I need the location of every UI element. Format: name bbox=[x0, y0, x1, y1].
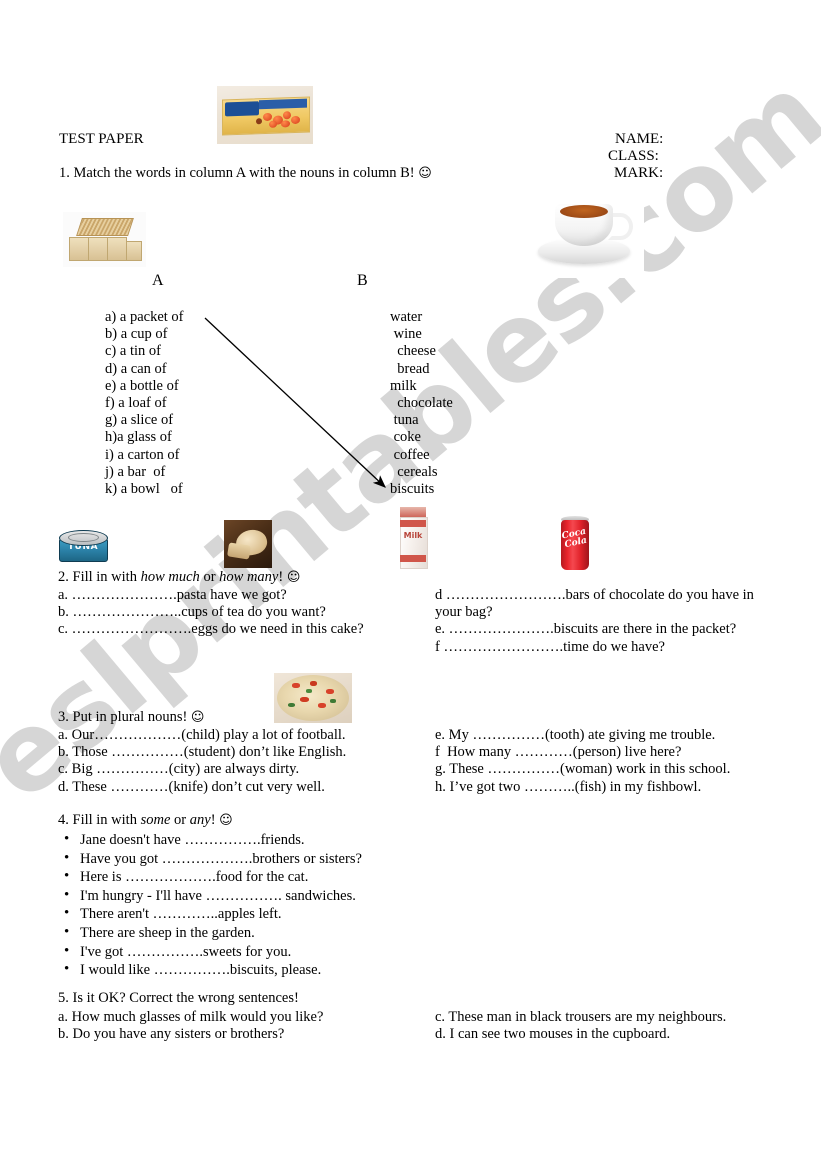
exercise5-item: b. Do you have any sisters or brothers? bbox=[58, 1026, 285, 1043]
exercise4-instruction-prefix: 4. Fill in with bbox=[58, 812, 141, 828]
exercise1-instruction-text: 1. Match the words in column A with the … bbox=[59, 165, 415, 181]
column-b-item: cereals bbox=[390, 463, 438, 480]
exercise4-instruction-mid: or bbox=[170, 812, 190, 828]
exercise2-left-items: a. ………………….pasta have we got? b. ………………….… bbox=[58, 587, 364, 639]
column-a-item: f) a loaf of bbox=[105, 395, 167, 412]
exercise3-instruction: 3. Put in plural nouns! ☺ bbox=[58, 709, 204, 726]
exercise5-instruction: 5. Is it OK? Correct the wrong sentences… bbox=[58, 990, 299, 1006]
exercise2-instruction-prefix: 2. Fill in with bbox=[58, 569, 141, 585]
exercise2-item: your bag? bbox=[435, 604, 493, 621]
exercise2-item: e. ………………….biscuits are there in the pac… bbox=[435, 621, 737, 638]
exercise2-item: d …………………….bars of chocolate do you have… bbox=[435, 587, 754, 603]
column-a-list: a) a packet of b) a cup of c) a tin of d) a… bbox=[105, 309, 184, 498]
column-b-item: coke bbox=[390, 429, 421, 446]
column-b-item: water bbox=[390, 309, 423, 325]
bread-loaf-photo bbox=[224, 520, 272, 568]
exercise2-instruction-mid: or bbox=[199, 569, 220, 585]
exercise4-italic-any: any bbox=[189, 812, 211, 828]
class-label: CLASS: bbox=[608, 148, 659, 164]
exercise4-instruction-suffix: ! bbox=[210, 812, 216, 828]
column-b-item: milk bbox=[390, 377, 417, 394]
exercise3-item: g. These ……………(woman) work in this schoo… bbox=[435, 761, 731, 778]
teacup-of-tea-photo bbox=[524, 186, 644, 278]
column-a-item: d) a can of bbox=[105, 360, 167, 377]
column-b-item: wine bbox=[390, 326, 422, 343]
exercise3-item: a. Our………………(child) play a lot of footba… bbox=[58, 727, 346, 743]
exercise3-right-items: e. My ……………(tooth) ate giving me trouble… bbox=[435, 727, 730, 796]
column-b-header: B bbox=[357, 272, 368, 289]
exercise2-item: f …………………….time do we have? bbox=[435, 638, 665, 655]
smiley-icon: ☺ bbox=[286, 570, 301, 585]
exercise5-item: c. These man in black trousers are my ne… bbox=[435, 1009, 727, 1025]
exercise3-left-items: a. Our………………(child) play a lot of footba… bbox=[58, 727, 346, 796]
crackers-stack-photo bbox=[63, 212, 146, 267]
column-a-item: h)a glass of bbox=[105, 429, 172, 446]
exercise2-right-items: d …………………….bars of chocolate do you have… bbox=[435, 587, 754, 656]
column-a-item: e) a bottle of bbox=[105, 377, 179, 394]
exercise3-item: d. These …………(knife) don’t cut very well… bbox=[58, 778, 325, 795]
column-a-header: A bbox=[152, 272, 164, 289]
column-a-item: c) a tin of bbox=[105, 343, 161, 360]
column-a-item: i) a carton of bbox=[105, 446, 180, 463]
exercise4-item: I'm hungry - I'll have ……………. sandwiches… bbox=[58, 886, 362, 906]
column-b-item: biscuits bbox=[390, 481, 435, 498]
mark-label: MARK: bbox=[614, 165, 664, 181]
page-title: TEST PAPER bbox=[59, 131, 144, 147]
smiley-icon: ☺ bbox=[219, 813, 233, 828]
exercise1-instruction: 1. Match the words in column A with the … bbox=[59, 165, 432, 182]
exercise3-item: f How many …………(person) live here? bbox=[435, 744, 682, 761]
column-a-item: j) a bar of bbox=[105, 463, 166, 480]
smiley-icon: ☺ bbox=[190, 710, 205, 725]
exercise5-item: a. How much glasses of milk would you li… bbox=[58, 1009, 324, 1025]
exercise4-item: There are sheep in the garden. bbox=[58, 923, 362, 943]
exercise4-item: Have you got ……………….brothers or sisters? bbox=[58, 849, 362, 869]
exercise4-items: Jane doesn't have …………….friends.Have you… bbox=[58, 830, 362, 980]
column-b-item: chocolate bbox=[390, 395, 453, 412]
column-b-item: bread bbox=[390, 360, 430, 377]
exercise2-italic-how-many: how many bbox=[219, 569, 279, 585]
coca-cola-can-photo: Coca Cola bbox=[553, 512, 597, 574]
exercise2-italic-how-much: how much bbox=[140, 569, 200, 585]
column-a-item: k) a bowl of bbox=[105, 481, 183, 498]
exercise2-item: a. ………………….pasta have we got? bbox=[58, 587, 287, 603]
smiley-icon: ☺ bbox=[418, 166, 432, 181]
exercise3-item: b. Those ……………(student) don’t like Engli… bbox=[58, 744, 347, 761]
exercise2-instruction-suffix: ! bbox=[278, 569, 284, 585]
exercise4-item: Jane doesn't have …………….friends. bbox=[58, 830, 362, 850]
tuna-can-photo: TUNA bbox=[55, 526, 111, 568]
exercise3-item: c. Big ……………(city) are always dirty. bbox=[58, 761, 300, 778]
exercise3-item: e. My ……………(tooth) ate giving me trouble… bbox=[435, 727, 716, 743]
pasta-bowl-photo bbox=[274, 673, 352, 723]
exercise3-instruction-text: 3. Put in plural nouns! bbox=[58, 709, 188, 725]
exercise4-item: I would like …………….biscuits, please. bbox=[58, 960, 362, 980]
exercise4-item: There aren't …………..apples left. bbox=[58, 904, 362, 924]
column-b-item: cheese bbox=[390, 343, 436, 360]
column-a-item: g) a slice of bbox=[105, 412, 174, 429]
exercise4-item: I've got …………….sweets for you. bbox=[58, 942, 362, 962]
exercise5-left-items: a. How much glasses of milk would you li… bbox=[58, 1009, 323, 1043]
column-b-item: tuna bbox=[390, 412, 419, 429]
biscuit-box-photo bbox=[217, 86, 313, 144]
column-b-item: coffee bbox=[390, 446, 430, 463]
exercise5-item: d. I can see two mouses in the cupboard. bbox=[435, 1026, 671, 1043]
exercise2-item: b. …………………..cups of tea do you want? bbox=[58, 604, 326, 621]
exercise4-italic-some: some bbox=[140, 812, 171, 828]
column-a-item: a) a packet of bbox=[105, 309, 184, 325]
name-label: NAME: bbox=[615, 131, 664, 147]
column-a-item: b) a cup of bbox=[105, 326, 168, 343]
worksheet-page: eslprintables.com TUNA Milk Coca Cola TE… bbox=[0, 0, 821, 1169]
exercise2-instruction: 2. Fill in with how much or how many! ☺ bbox=[58, 569, 300, 586]
milk-carton-photo: Milk bbox=[392, 505, 434, 571]
exercise4-item: Here is ……………….food for the cat. bbox=[58, 867, 362, 887]
exercise4-instruction: 4. Fill in with some or any! ☺ bbox=[58, 812, 233, 829]
exercise2-item: c. …………………….eggs do we need in this cake… bbox=[58, 621, 364, 638]
column-b-list: water wine cheese bread milk chocolate tu… bbox=[390, 309, 453, 498]
exercise5-right-items: c. These man in black trousers are my ne… bbox=[435, 1009, 726, 1043]
exercise3-item: h. I’ve got two ………..(fish) in my fishbo… bbox=[435, 778, 702, 795]
